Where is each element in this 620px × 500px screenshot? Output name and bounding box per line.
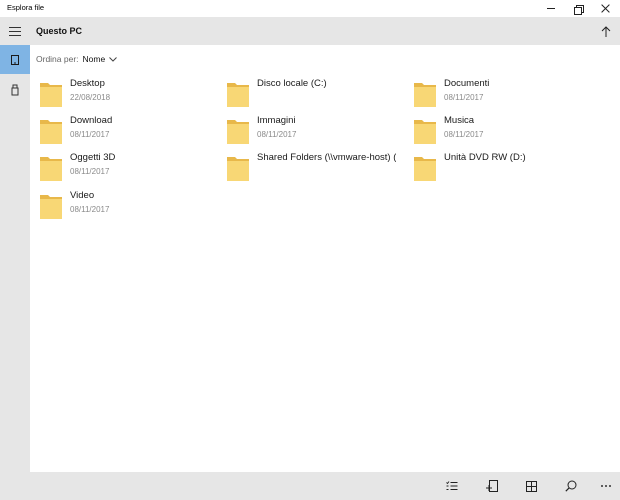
main-content: Ordina per: Nome Desktop 22/08/2018 Disco …	[30, 45, 620, 472]
folder-item[interactable]: Unità DVD RW (D:)	[414, 152, 599, 186]
folder-icon	[414, 118, 436, 150]
grid-view-icon	[525, 480, 537, 492]
folder-icon	[414, 81, 436, 113]
sort-label: Ordina per:	[36, 54, 79, 64]
close-icon	[601, 4, 610, 13]
window-title: Esplora file	[7, 3, 45, 12]
usb-drive-icon	[11, 84, 19, 95]
folder-icon	[227, 155, 249, 187]
search-button[interactable]	[560, 476, 582, 496]
folder-icon	[40, 81, 62, 113]
folder-name: Shared Folders (\\vmware-host) (	[257, 152, 397, 163]
more-icon	[601, 485, 611, 487]
new-page-icon	[486, 480, 498, 492]
view-button[interactable]	[520, 476, 542, 496]
select-list-icon	[446, 481, 458, 490]
folder-item[interactable]: Video 08/11/2017	[40, 190, 225, 224]
close-button[interactable]	[592, 0, 618, 17]
folder-name: Download	[70, 115, 113, 126]
sidebar-item-storage[interactable]	[0, 75, 30, 104]
sort-value: Nome	[82, 54, 106, 64]
folder-date: 08/11/2017	[70, 167, 110, 176]
folder-date: 08/11/2017	[70, 205, 110, 214]
folder-name: Unità DVD RW (D:)	[444, 152, 526, 163]
folder-date: 08/11/2017	[444, 93, 484, 102]
folder-icon	[40, 155, 62, 187]
folder-name: Musica	[444, 115, 475, 126]
folder-name: Video	[70, 190, 95, 201]
folder-icon	[414, 155, 436, 187]
up-button[interactable]	[596, 22, 616, 42]
folder-icon	[227, 81, 249, 113]
folder-item[interactable]: Desktop 22/08/2018	[40, 78, 225, 112]
folder-item[interactable]: Oggetti 3D 08/11/2017	[40, 152, 225, 186]
sort-control[interactable]: Ordina per: Nome	[36, 54, 118, 64]
folder-name: Immagini	[257, 115, 296, 126]
folder-name: Disco locale (C:)	[257, 78, 327, 89]
arrow-up-icon	[601, 26, 611, 37]
minimize-button[interactable]	[538, 0, 564, 17]
folder-item[interactable]: Musica 08/11/2017	[414, 115, 599, 149]
folder-date: 08/11/2017	[70, 130, 110, 139]
minimize-icon	[547, 8, 555, 9]
hamburger-icon-line	[9, 35, 21, 36]
folder-name: Oggetti 3D	[70, 152, 116, 163]
folder-date: 22/08/2018	[70, 93, 111, 102]
search-icon	[565, 480, 577, 492]
chevron-down-icon	[109, 54, 118, 64]
location-title: Questo PC	[36, 26, 83, 36]
hamburger-icon-line	[9, 31, 21, 32]
folder-item[interactable]: Disco locale (C:)	[227, 78, 412, 112]
folder-name: Documenti	[444, 78, 490, 89]
restore-icon	[574, 4, 584, 15]
folder-icon	[40, 118, 62, 150]
device-icon	[11, 54, 19, 65]
header-bar: Questo PC	[0, 18, 620, 45]
new-item-button[interactable]	[481, 476, 503, 496]
folder-item[interactable]: Download 08/11/2017	[40, 115, 225, 149]
restore-button[interactable]	[565, 0, 591, 17]
folder-item[interactable]: Documenti 08/11/2017	[414, 78, 599, 112]
sidebar	[0, 45, 30, 500]
folder-date: 08/11/2017	[444, 130, 484, 139]
folder-icon	[40, 193, 62, 225]
hamburger-icon-line	[9, 27, 21, 28]
command-bar	[30, 472, 620, 500]
more-button[interactable]	[595, 476, 617, 496]
select-button[interactable]	[441, 476, 463, 496]
menu-button[interactable]	[0, 18, 30, 45]
folder-date: 08/11/2017	[257, 130, 297, 139]
folder-item[interactable]: Shared Folders (\\vmware-host) (	[227, 152, 412, 186]
folder-item[interactable]: Immagini 08/11/2017	[227, 115, 412, 149]
folder-icon	[227, 118, 249, 150]
folder-name: Desktop	[70, 78, 105, 89]
sidebar-item-this-pc[interactable]	[0, 45, 30, 74]
title-bar: Esplora file	[0, 0, 620, 18]
